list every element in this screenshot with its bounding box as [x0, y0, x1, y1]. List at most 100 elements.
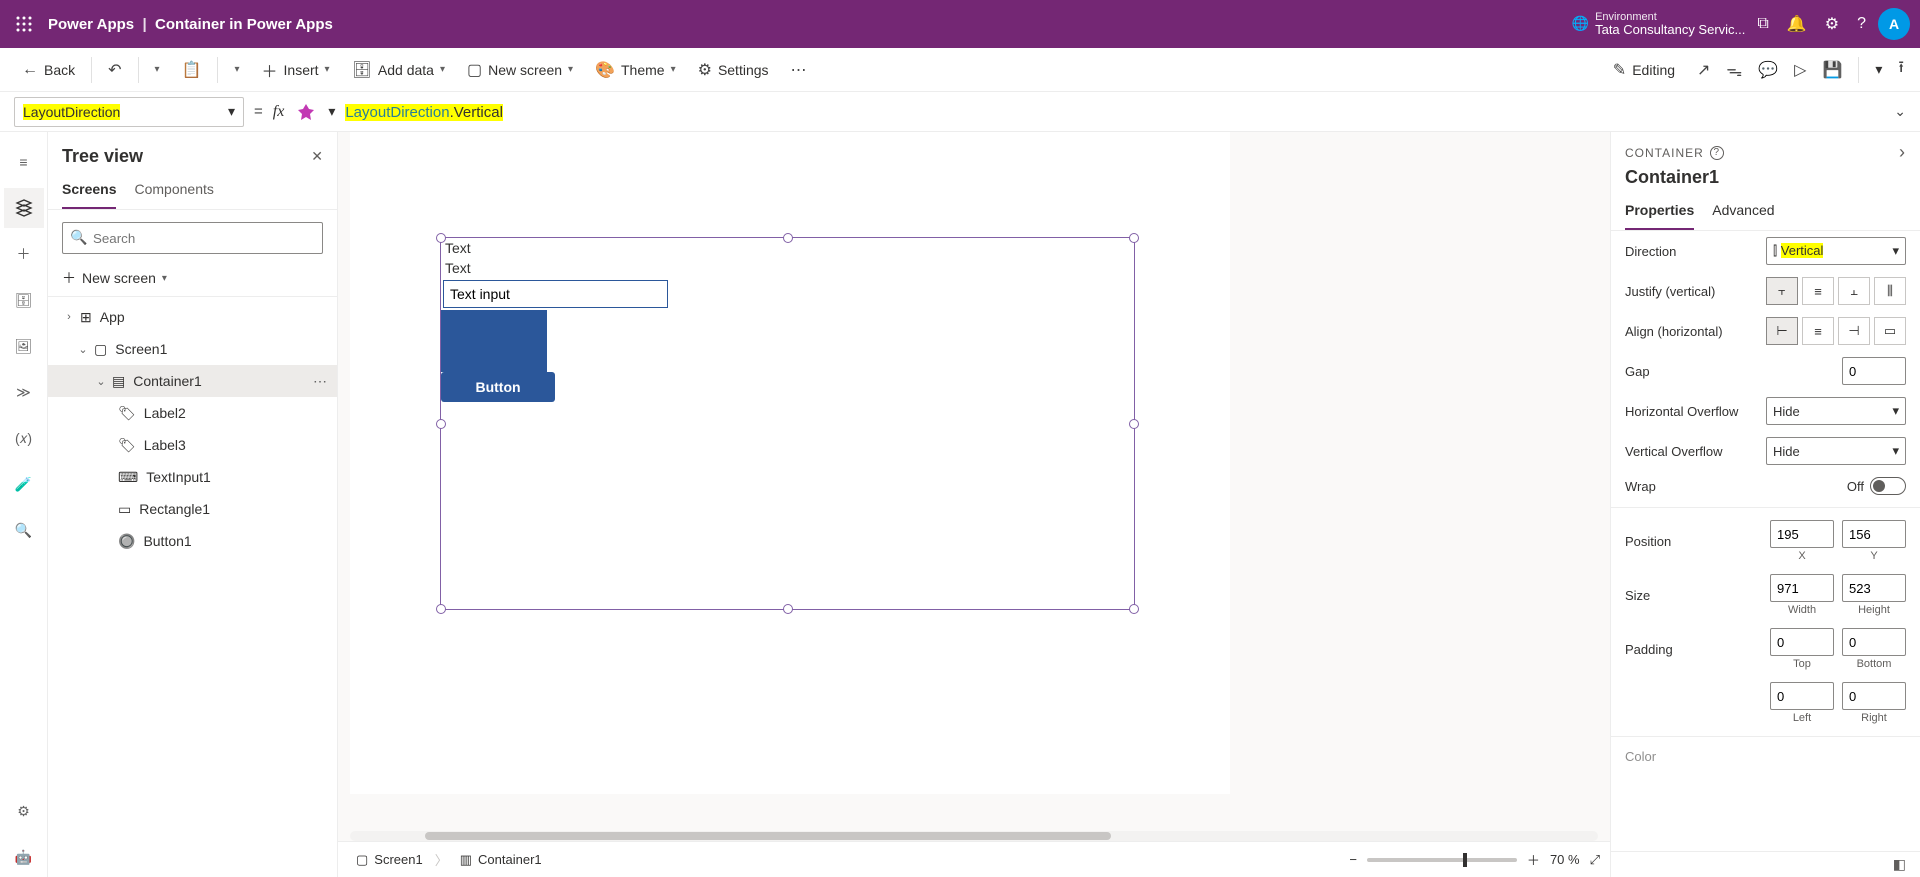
save-split-icon[interactable]: ▾ — [1875, 61, 1882, 78]
node-more-icon[interactable]: ⋯ — [313, 373, 329, 390]
notifications-icon[interactable]: 🔔 — [1787, 14, 1807, 34]
screen-surface[interactable]: Text Text Button — [350, 132, 1230, 794]
property-select[interactable]: LayoutDirection ▾ — [14, 97, 244, 127]
resize-handle[interactable] — [436, 604, 446, 614]
environment-picker[interactable]: 🌐 Environment Tata Consultancy Servic... — [1572, 11, 1746, 37]
prop-voverflow-select[interactable]: Hide▾ — [1766, 437, 1906, 465]
prop-position-y-input[interactable] — [1842, 520, 1906, 548]
zoom-out-button[interactable]: − — [1349, 852, 1357, 867]
paste-split-button[interactable]: ▾ — [228, 60, 245, 79]
tree-node-label3[interactable]: 🏷Label3 — [48, 429, 337, 461]
breadcrumb-container[interactable]: ▥Container1 — [452, 852, 550, 868]
insert-button[interactable]: ＋Insert▾ — [256, 54, 336, 86]
align-stretch-button[interactable]: ▭ — [1874, 317, 1906, 345]
justify-center-button[interactable]: ≡ — [1802, 277, 1834, 305]
app-name[interactable]: Power Apps — [48, 16, 134, 33]
fx-icon[interactable]: fx — [273, 103, 285, 121]
tree-node-label2[interactable]: 🏷Label2 — [48, 397, 337, 429]
align-end-button[interactable]: ⊣ — [1838, 317, 1870, 345]
tree-node-textinput1[interactable]: ⌨TextInput1 — [48, 461, 337, 493]
color-picker-icon[interactable]: ◧ — [1893, 856, 1906, 873]
resize-handle[interactable] — [436, 419, 446, 429]
resize-handle[interactable] — [1129, 233, 1139, 243]
undo-split-button[interactable]: ▾ — [149, 60, 166, 79]
tab-properties[interactable]: Properties — [1625, 196, 1694, 230]
rail-settings-icon[interactable]: ⚙ — [4, 791, 44, 831]
undo-button[interactable]: ↶ — [102, 56, 127, 84]
selected-container[interactable]: Text Text Button — [440, 237, 1135, 610]
rail-tests-icon[interactable]: 🧪 — [4, 464, 44, 504]
comments-icon[interactable]: 💬 — [1758, 60, 1778, 80]
copy-app-icon[interactable]: ⧉ — [1757, 15, 1768, 33]
close-icon[interactable]: ✕ — [311, 148, 323, 165]
help-icon[interactable]: ? — [1857, 15, 1866, 33]
resize-handle[interactable] — [783, 233, 793, 243]
tree-node-screen1[interactable]: ⌄▢Screen1 — [48, 333, 337, 365]
avatar[interactable]: A — [1878, 8, 1910, 40]
publish-icon[interactable]: ⭱ — [1898, 56, 1904, 83]
new-screen-button[interactable]: ▢New screen▾ — [461, 56, 579, 84]
overflow-button[interactable]: ⋯ — [785, 56, 813, 84]
file-name[interactable]: Container in Power Apps — [155, 16, 333, 33]
prop-padding-bottom-input[interactable] — [1842, 628, 1906, 656]
chevron-down-icon[interactable]: ▾ — [328, 103, 335, 120]
fit-to-window-icon[interactable]: ⤢ — [1590, 852, 1600, 868]
zoom-in-button[interactable]: ＋ — [1527, 850, 1540, 869]
back-button[interactable]: ←Back — [16, 57, 81, 83]
app-checker-icon[interactable]: ᯓ — [1726, 59, 1742, 81]
prop-gap-input[interactable] — [1842, 357, 1906, 385]
rail-tree-view-icon[interactable] — [4, 188, 44, 228]
prop-wrap-toggle[interactable]: Off — [1847, 477, 1906, 495]
new-screen-button[interactable]: ＋ New screen ▾ — [48, 260, 337, 297]
preview-icon[interactable]: ▷ — [1794, 60, 1806, 80]
prop-position-x-input[interactable] — [1770, 520, 1834, 548]
add-data-button[interactable]: 🗄Add data▾ — [346, 56, 451, 84]
canvas-label3[interactable]: Text — [441, 258, 1134, 278]
rail-variables-icon[interactable]: (𝑥) — [4, 418, 44, 458]
align-start-button[interactable]: ⊢ — [1766, 317, 1798, 345]
resize-handle[interactable] — [783, 604, 793, 614]
paste-button[interactable]: 📋 — [176, 56, 208, 84]
prop-padding-left-input[interactable] — [1770, 682, 1834, 710]
tab-components[interactable]: Components — [134, 175, 213, 209]
formula-input[interactable]: LayoutDirection.Vertical — [345, 103, 1884, 121]
save-icon[interactable]: 💾 — [1822, 60, 1842, 80]
tree-node-container1[interactable]: ⌄▤Container1⋯ — [48, 365, 337, 397]
breadcrumb-screen[interactable]: ▢Screen1 — [348, 852, 431, 868]
theme-button[interactable]: 🎨Theme▾ — [589, 56, 682, 84]
info-icon[interactable]: ? — [1710, 146, 1724, 160]
settings-button[interactable]: ⚙Settings — [692, 56, 775, 84]
tree-node-app[interactable]: ›⊞App — [48, 301, 337, 333]
prop-padding-top-input[interactable] — [1770, 628, 1834, 656]
rail-search-icon[interactable]: 🔍 — [4, 510, 44, 550]
zoom-slider[interactable] — [1367, 858, 1517, 862]
canvas-horizontal-scrollbar[interactable] — [350, 831, 1598, 841]
resize-handle[interactable] — [1129, 419, 1139, 429]
chevron-right-icon[interactable]: › — [1899, 142, 1906, 163]
align-center-button[interactable]: ≡ — [1802, 317, 1834, 345]
canvas-rectangle1[interactable] — [441, 310, 547, 372]
rail-power-automate-icon[interactable]: ≫ — [4, 372, 44, 412]
rail-virtual-agent-icon[interactable]: 🤖 — [4, 837, 44, 877]
resize-handle[interactable] — [1129, 604, 1139, 614]
canvas-scroll[interactable]: Text Text Button — [338, 132, 1610, 831]
tab-screens[interactable]: Screens — [62, 175, 116, 209]
canvas-button1[interactable]: Button — [441, 372, 555, 402]
resize-handle[interactable] — [436, 233, 446, 243]
prop-padding-right-input[interactable] — [1842, 682, 1906, 710]
justify-end-button[interactable]: ⫠ — [1838, 277, 1870, 305]
share-icon[interactable]: ↗ — [1697, 60, 1710, 80]
tree-search-input[interactable] — [62, 222, 323, 254]
settings-gear-icon[interactable]: ⚙ — [1825, 14, 1839, 34]
prop-direction-select[interactable]: ⫿ Vertical ▾ — [1766, 237, 1906, 265]
app-launcher-icon[interactable] — [10, 10, 38, 38]
canvas-textinput1[interactable] — [443, 280, 668, 308]
tree-node-rectangle1[interactable]: ▭Rectangle1 — [48, 493, 337, 525]
justify-space-between-button[interactable]: ⫼ — [1874, 277, 1906, 305]
rail-insert-icon[interactable]: ＋ — [4, 234, 44, 274]
formula-expand-icon[interactable]: ⌄ — [1894, 103, 1906, 120]
prop-size-height-input[interactable] — [1842, 574, 1906, 602]
rail-media-icon[interactable]: 🖼 — [4, 326, 44, 366]
rail-hamburger-icon[interactable]: ≡ — [4, 142, 44, 182]
rail-data-icon[interactable]: 🗄 — [4, 280, 44, 320]
